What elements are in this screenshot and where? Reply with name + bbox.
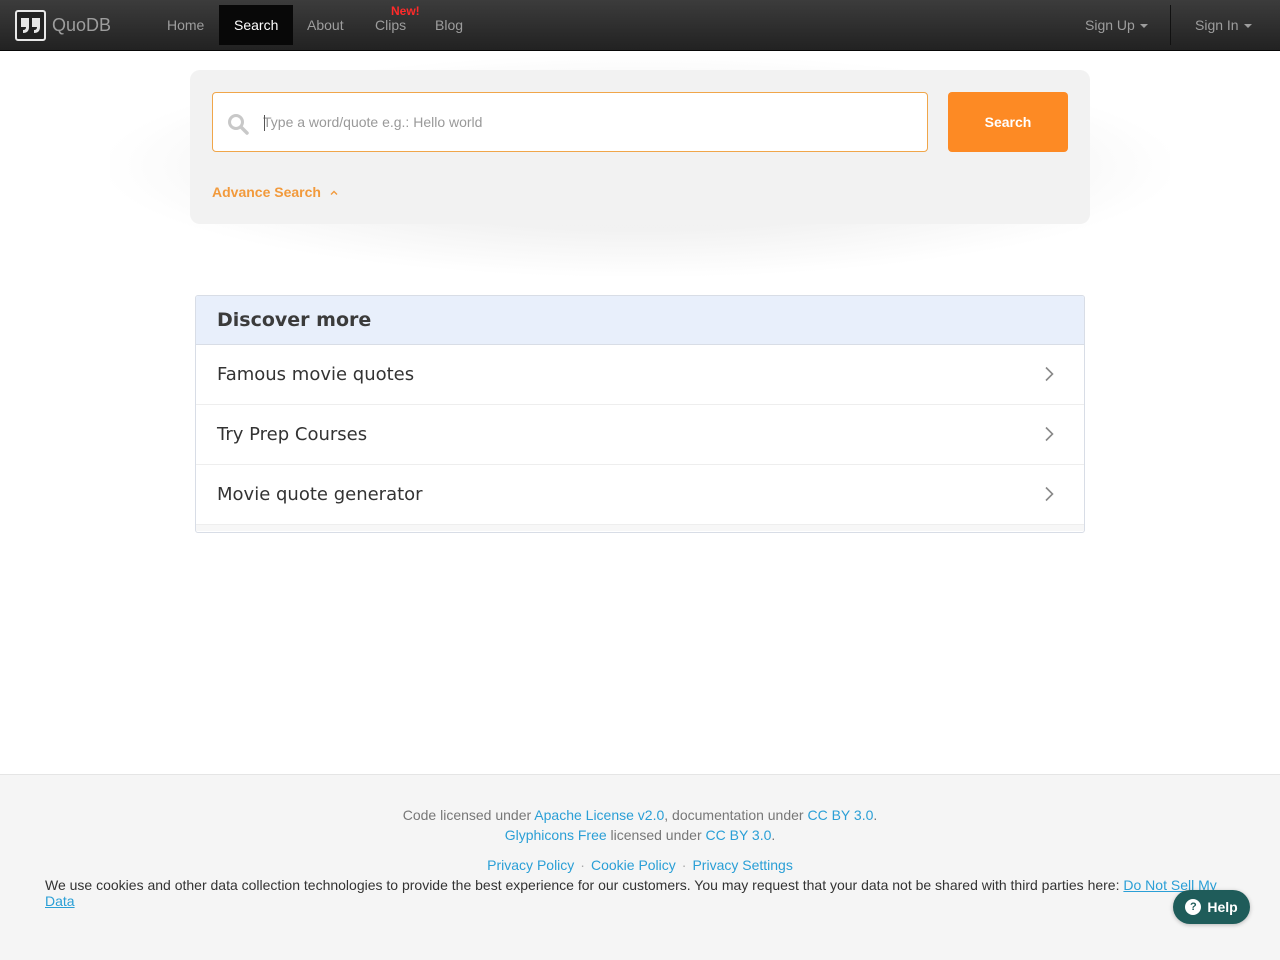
- page-footer: Code licensed under Apache License v2.0,…: [0, 774, 1280, 960]
- quote-logo-icon: [15, 10, 46, 41]
- brand-link[interactable]: QuoDB: [15, 10, 111, 41]
- sign-up-dropdown[interactable]: Sign Up: [1085, 5, 1148, 45]
- cookie-policy-link[interactable]: Cookie Policy: [591, 857, 676, 873]
- footer-text: licensed under: [606, 827, 706, 843]
- discover-footer-strip: [196, 525, 1084, 531]
- caret-down-icon: [1243, 24, 1252, 29]
- discover-more-panel: Discover more Famous movie quotes Try Pr…: [195, 295, 1085, 533]
- footer-license-line: Code licensed under Apache License v2.0,…: [0, 807, 1280, 823]
- privacy-settings-link[interactable]: Privacy Settings: [692, 857, 792, 873]
- chevron-right-icon: [1045, 486, 1054, 502]
- nav-divider: [1170, 5, 1171, 45]
- apache-license-link[interactable]: Apache License v2.0: [534, 807, 664, 823]
- footer-text: .: [873, 807, 878, 823]
- discover-item-label: Movie quote generator: [217, 484, 423, 505]
- footer-text: .: [771, 827, 776, 843]
- discover-item-label: Try Prep Courses: [217, 424, 368, 445]
- new-badge: New!: [391, 4, 420, 18]
- search-button[interactable]: Search: [948, 92, 1068, 152]
- cookie-notice-text: We use cookies and other data collection…: [45, 877, 1124, 893]
- footer-text: , documentation under: [664, 807, 808, 823]
- nav-about[interactable]: About: [292, 5, 359, 45]
- chevron-right-icon: [1045, 426, 1054, 442]
- nav-search[interactable]: Search: [219, 5, 294, 45]
- help-label: Help: [1207, 899, 1238, 915]
- chevron-right-icon: [1045, 366, 1054, 382]
- advance-search-label: Advance Search: [212, 184, 321, 200]
- discover-item-famous-movie-quotes[interactable]: Famous movie quotes: [196, 345, 1084, 405]
- sign-up-label: Sign Up: [1085, 17, 1135, 33]
- text-cursor: [264, 115, 265, 131]
- sign-in-dropdown[interactable]: Sign In: [1195, 5, 1252, 45]
- discover-item-movie-quote-generator[interactable]: Movie quote generator: [196, 465, 1084, 525]
- discover-more-title: Discover more: [196, 296, 1084, 345]
- footer-text: Code licensed under: [402, 807, 535, 823]
- footer-glyphicons-line: Glyphicons Free licensed under CC BY 3.0…: [0, 827, 1280, 843]
- discover-item-label: Famous movie quotes: [217, 364, 415, 385]
- separator-dot: ·: [580, 857, 585, 873]
- search-icon: [227, 113, 249, 140]
- nav-blog[interactable]: Blog: [420, 5, 478, 45]
- search-input[interactable]: [263, 94, 913, 150]
- advance-search-toggle[interactable]: Advance Search: [212, 184, 339, 200]
- cookie-notice: We use cookies and other data collection…: [45, 877, 1245, 909]
- chevron-up-icon: [330, 190, 338, 195]
- privacy-policy-link[interactable]: Privacy Policy: [487, 857, 574, 873]
- question-circle-icon: ?: [1185, 899, 1202, 915]
- glyphicons-link[interactable]: Glyphicons Free: [505, 827, 607, 843]
- brand-name: QuoDB: [52, 15, 112, 35]
- discover-item-try-prep-courses[interactable]: Try Prep Courses: [196, 405, 1084, 465]
- cc-by-license-link[interactable]: CC BY 3.0: [807, 807, 873, 823]
- sign-in-label: Sign In: [1195, 17, 1239, 33]
- separator-dot: ·: [681, 857, 687, 873]
- nav-home[interactable]: Home: [152, 5, 219, 45]
- search-panel: Search Advance Search: [190, 70, 1090, 224]
- top-navbar: QuoDB Home Search About Clips New! Blog …: [0, 0, 1280, 51]
- cc-by-license-link[interactable]: CC BY 3.0: [706, 827, 772, 843]
- help-button[interactable]: ? Help: [1173, 890, 1250, 924]
- caret-down-icon: [1139, 24, 1148, 29]
- search-box[interactable]: [212, 92, 928, 152]
- footer-policy-links: Privacy Policy · Cookie Policy · Privacy Set…: [0, 857, 1280, 873]
